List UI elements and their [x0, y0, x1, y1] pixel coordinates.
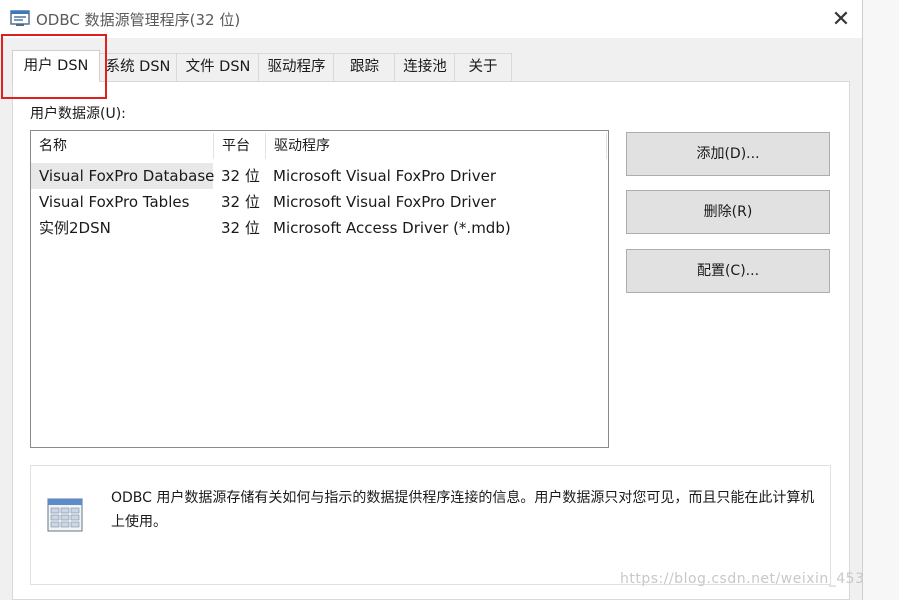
column-header-name[interactable]: 名称	[31, 131, 213, 161]
dsn-platform: 32 位	[221, 219, 260, 237]
dsn-driver: Microsoft Visual FoxPro Driver	[273, 167, 496, 185]
tab-drivers[interactable]: 驱动程序	[258, 53, 335, 81]
tab-system-dsn[interactable]: 系统 DSN	[98, 53, 178, 81]
dsn-driver: Microsoft Access Driver (*.mdb)	[273, 219, 511, 237]
column-header-driver[interactable]: 驱动程序	[266, 131, 606, 161]
tab-connection-pooling[interactable]: 连接池	[394, 53, 456, 81]
close-icon[interactable]: ✕	[826, 4, 856, 34]
dsn-name: 实例2DSN	[39, 219, 111, 237]
column-separator[interactable]	[606, 133, 607, 159]
info-text: ODBC 用户数据源存储有关如何与指示的数据提供程序连接的信息。用户数据源只对您…	[111, 490, 815, 530]
watermark: https://blog.csdn.net/weixin_45306155	[620, 571, 899, 587]
column-header-platform[interactable]: 平台	[214, 131, 265, 161]
configure-button[interactable]: 配置(C)...	[626, 249, 830, 293]
tab-file-dsn[interactable]: 文件 DSN	[176, 53, 260, 81]
tab-tracing[interactable]: 跟踪	[333, 53, 396, 81]
user-dsn-list[interactable]: 名称 平台 驱动程序 Visual FoxPro Database 32 位 M…	[30, 130, 609, 448]
window-title: ODBC 数据源管理程序(32 位)	[36, 11, 241, 29]
user-dsn-label: 用户数据源(U):	[30, 106, 126, 122]
dsn-platform: 32 位	[221, 193, 260, 211]
database-info-icon	[47, 498, 83, 532]
dsn-name: Visual FoxPro Database	[31, 163, 214, 189]
list-header: 名称 平台 驱动程序	[31, 131, 608, 161]
dsn-name: Visual FoxPro Tables	[39, 193, 190, 211]
tab-about[interactable]: 关于	[454, 53, 512, 81]
odbc-window: ODBC 数据源管理程序(32 位) ✕ 用户 DSN 系统 DSN 文件 DS…	[0, 0, 899, 600]
add-button[interactable]: 添加(D)...	[626, 132, 830, 176]
info-box: ODBC 用户数据源存储有关如何与指示的数据提供程序连接的信息。用户数据源只对您…	[30, 465, 831, 585]
tab-highlight-box	[1, 34, 107, 99]
dsn-platform: 32 位	[221, 167, 260, 185]
dsn-driver: Microsoft Visual FoxPro Driver	[273, 193, 496, 211]
title-bar: ODBC 数据源管理程序(32 位) ✕	[0, 0, 862, 38]
table-row[interactable]: Visual FoxPro Database 32 位 Microsoft Vi…	[31, 163, 608, 189]
table-row[interactable]: 实例2DSN 32 位 Microsoft Access Driver (*.m…	[31, 215, 608, 241]
remove-button[interactable]: 删除(R)	[626, 190, 830, 234]
background-strip	[863, 0, 899, 600]
table-row[interactable]: Visual FoxPro Tables 32 位 Microsoft Visu…	[31, 189, 608, 215]
odbc-app-icon	[10, 10, 30, 26]
